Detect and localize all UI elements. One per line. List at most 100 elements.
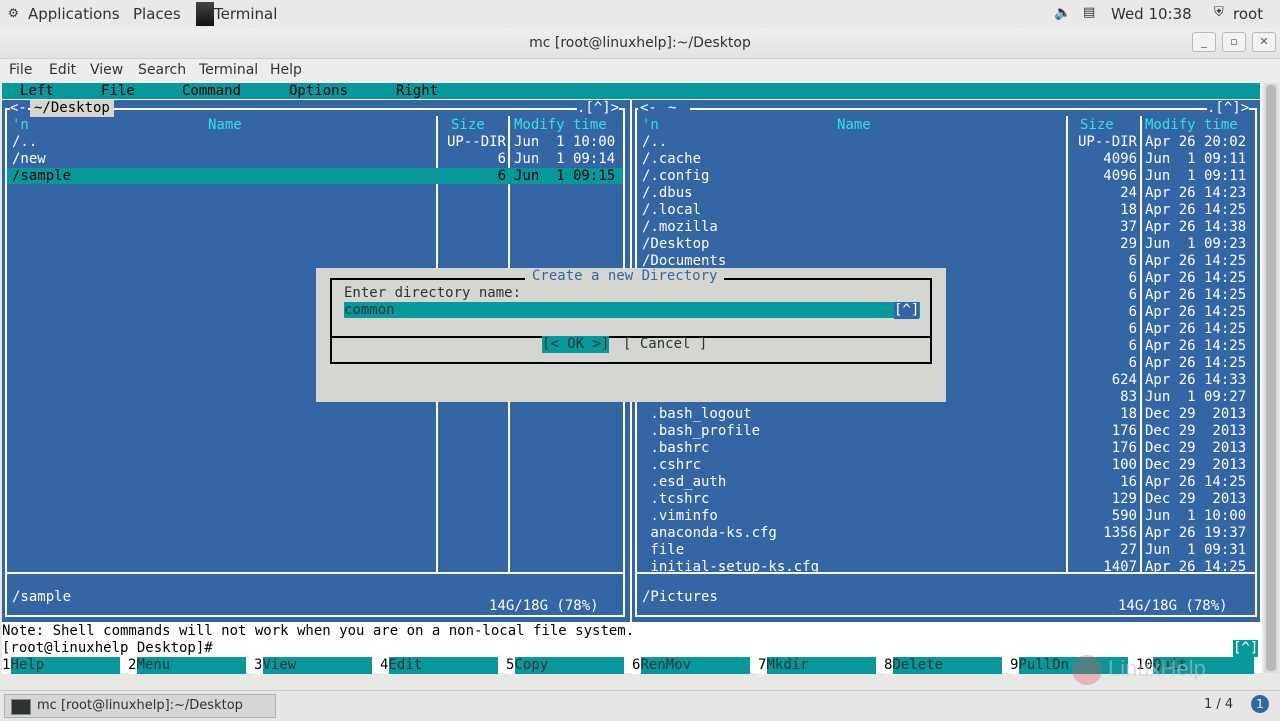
left-col-mtime[interactable]: Modify time [514,117,607,134]
cancel-button[interactable]: [ Cancel ] [623,336,707,353]
file-name[interactable]: /.dbus [642,185,693,202]
workspace-pager[interactable]: 1 / 4 [1204,697,1233,712]
file-name[interactable]: .bashrc [642,440,709,457]
file-mtime: Jun 1 09:15 [514,168,616,184]
prompt-history-button[interactable]: [^] [1233,640,1259,657]
notification-icon[interactable]: 1 [1251,695,1269,713]
shell-prompt[interactable]: [root@linuxhelp Desktop]# [2,640,213,657]
fkey-number[interactable]: 4 [380,657,389,674]
file-name[interactable]: /.cache [642,151,701,168]
mc-menu-left[interactable]: Left [20,83,54,100]
mc-menu-right[interactable]: Right [396,83,438,100]
network-icon[interactable]: ▤ [1083,5,1095,20]
window-titlebar[interactable]: mc [root@linuxhelp]:~/Desktop _ ▫ ✕ [0,28,1280,59]
file-mtime: Apr 26 14:25 [1145,253,1247,269]
left-panel-path[interactable]: ~/Desktop [30,100,114,117]
file-size: 18 [1120,406,1137,422]
taskbar-window-button[interactable]: mc [root@linuxhelp]:~/Desktop [4,694,276,718]
right-panel-path[interactable]: ~ [668,100,676,117]
right-col-divider [1140,116,1142,572]
fkey-renmov-button[interactable]: RenMov [640,657,750,674]
left-col-name[interactable]: Name [208,117,242,134]
file-name[interactable]: /.local [642,202,701,219]
maximize-icon[interactable]: ▫ [1222,32,1246,52]
file-size: 129 [1111,491,1137,507]
right-col-divider [1066,116,1068,572]
file-name[interactable]: .viminfo [642,508,717,525]
file-name[interactable]: .cshrc [642,457,701,474]
fkey-delete-button[interactable]: Delete [892,657,1002,674]
fkey-number[interactable]: 8 [884,657,893,674]
file-name[interactable]: .tcshrc [642,491,709,508]
file-name[interactable]: file [642,542,684,559]
fkey-copy-button[interactable]: Copy [514,657,624,674]
directory-name-input[interactable] [344,302,920,318]
menu-search[interactable]: Search [138,62,186,78]
fkey-mkdir-button[interactable]: Mkdir [766,657,876,674]
file-name[interactable]: .esd_auth [642,474,726,491]
right-panel-corner-buttons[interactable]: .[^]> [1207,100,1250,117]
right-sort-indicator[interactable]: 'n [642,117,659,134]
fkey-number[interactable]: 5 [506,657,515,674]
mc-menu-file[interactable]: File [101,83,135,100]
file-name[interactable]: /.mozilla [642,219,718,236]
file-size: 590 [1111,508,1137,524]
places-menu[interactable]: Places [133,5,181,23]
right-col-size[interactable]: Size [1080,117,1114,134]
menu-file[interactable]: File [9,62,32,78]
file-name[interactable]: .bash_logout [642,406,751,423]
file-size: 6 [497,168,506,184]
left-sort-indicator[interactable]: 'n [12,117,29,134]
close-icon[interactable]: ✕ [1252,32,1276,52]
file-size: 6 [1128,304,1137,320]
file-name[interactable]: /.config [642,168,709,185]
file-name[interactable]: /.. [12,134,37,151]
file-size: 16 [1120,474,1137,490]
right-panel-arrow[interactable]: <- [640,100,657,117]
terminal-app-menu[interactable]: Terminal [196,2,292,26]
input-history-button[interactable]: [^] [894,302,920,319]
fkey-number[interactable]: 9 [1010,657,1019,674]
file-name[interactable]: /sample [12,168,71,185]
speaker-icon[interactable]: 🔈 [1054,5,1071,21]
taskbar-window-title: mc [root@linuxhelp]:~/Desktop [37,698,243,713]
fkey-number[interactable]: 3 [254,657,263,674]
user-menu[interactable]: root [1233,5,1263,23]
right-col-name[interactable]: Name [837,117,871,134]
menu-edit[interactable]: Edit [49,62,76,78]
file-name[interactable]: /new [12,151,46,168]
left-col-size[interactable]: Size [451,117,485,134]
left-panel-corner-buttons[interactable]: .[^]> [577,100,620,117]
applications-menu[interactable]: Applications [28,5,120,23]
minimize-icon[interactable]: _ [1192,32,1216,52]
file-name[interactable]: /Desktop [642,236,709,253]
left-panel-arrow[interactable]: <- [10,100,27,117]
clock[interactable]: Wed 10:38 [1111,5,1192,23]
fkey-edit-button[interactable]: Edit [388,657,498,674]
fkey-number[interactable]: 1 [2,657,11,674]
terminal-screen[interactable]: Left File Command Options Right <- ~/Des… [2,83,1262,674]
fkey-number[interactable]: 6 [632,657,641,674]
ok-button[interactable]: [< OK >] [542,336,610,353]
file-mtime: Jun 1 09:14 [514,151,616,167]
menu-terminal[interactable]: Terminal [199,62,258,78]
fkey-number[interactable]: 7 [758,657,767,674]
fkey-view-button[interactable]: View [262,657,372,674]
fkey-help-button[interactable]: Help [10,657,120,674]
file-name[interactable]: anaconda-ks.cfg [642,525,776,542]
mc-menu-options[interactable]: Options [289,83,348,100]
fkey-menu-button[interactable]: Menu [136,657,246,674]
fkey-number[interactable]: 2 [128,657,137,674]
file-name[interactable]: initial-setup-ks.cfg [642,559,819,576]
menu-view[interactable]: View [90,62,123,78]
menu-help[interactable]: Help [270,62,302,78]
mc-menu-command[interactable]: Command [182,83,241,100]
file-mtime: Apr 26 14:25 [1145,202,1247,218]
terminal-scrollbar[interactable] [1264,83,1278,673]
file-name[interactable]: /.. [642,134,667,151]
scrollbar-thumb[interactable] [1266,85,1276,671]
file-mtime: Jun 1 09:11 [1145,168,1247,184]
file-name[interactable]: .bash_profile [642,423,760,440]
user-icon: ⛨ [1214,5,1224,20]
right-col-mtime[interactable]: Modify time [1145,117,1238,134]
